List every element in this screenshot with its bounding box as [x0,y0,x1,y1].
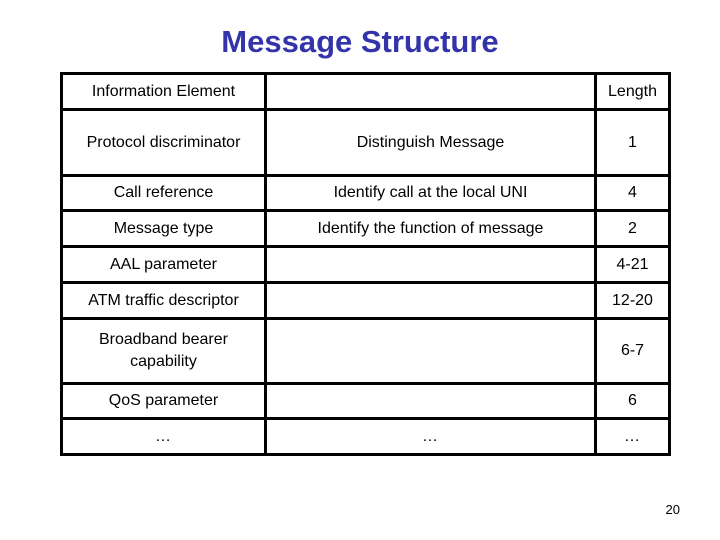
cell-element: Call reference [60,174,267,212]
cell-element: QoS parameter [60,382,267,420]
cell-length: 1 [594,108,671,177]
cell-description [264,382,597,420]
cell-description: … [264,417,597,456]
table-row: Broadband bearer capability 6-7 [60,317,671,385]
cell-length: 4-21 [594,245,671,284]
cell-length: 6-7 [594,317,671,385]
table-row: AAL parameter 4-21 [60,245,671,284]
table-header-row: Information Element Length [60,72,671,111]
table-row: Message type Identify the function of me… [60,209,671,248]
table-row: QoS parameter 6 [60,382,671,420]
cell-element: Broadband bearer capability [60,317,267,385]
cell-length: … [594,417,671,456]
message-structure-table: Information Element Length Protocol disc… [60,72,671,456]
cell-description: Distinguish Message [264,108,597,177]
cell-element: Message type [60,209,267,248]
cell-length: 12-20 [594,281,671,320]
cell-length: 2 [594,209,671,248]
cell-length: 6 [594,382,671,420]
cell-description: Identify call at the local UNI [264,174,597,212]
slide-title: Message Structure [221,24,499,59]
header-length: Length [594,72,671,111]
header-description [264,72,597,111]
cell-description [264,317,597,385]
cell-element: … [60,417,267,456]
table-row: Call reference Identify call at the loca… [60,174,671,212]
cell-length: 4 [594,174,671,212]
cell-element: Protocol discriminator [60,108,267,177]
table-row: Protocol discriminator Distinguish Messa… [60,108,671,177]
header-information-element: Information Element [60,72,267,111]
cell-description [264,245,597,284]
table-row: ATM traffic descriptor 12-20 [60,281,671,320]
cell-element: ATM traffic descriptor [60,281,267,320]
cell-description [264,281,597,320]
cell-element: AAL parameter [60,245,267,284]
cell-description: Identify the function of message [264,209,597,248]
page-number: 20 [665,502,680,517]
table-row: … … … [60,417,671,456]
